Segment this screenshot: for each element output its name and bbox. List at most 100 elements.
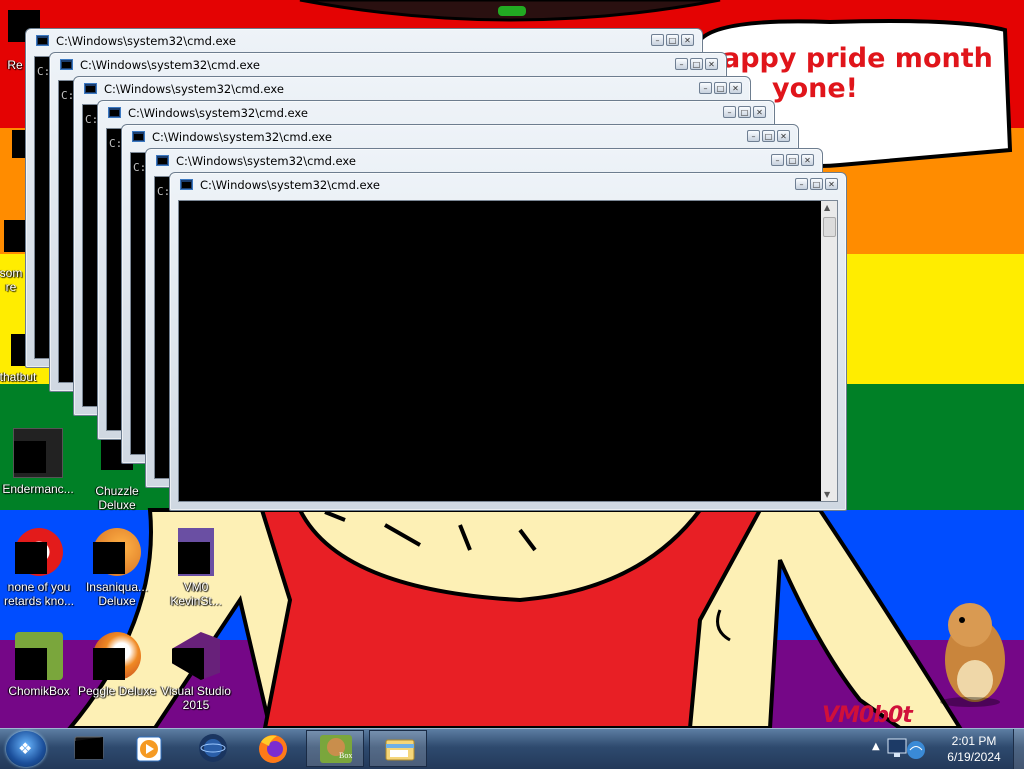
window-controls: – □ ✕ xyxy=(747,130,790,142)
minimize-button[interactable]: – xyxy=(795,178,808,190)
speech-bubble-text: appy pride month yone! xyxy=(722,44,1002,104)
desktop-icon-peggle-deluxe[interactable]: Peggle Deluxe xyxy=(77,632,157,698)
close-button[interactable]: ✕ xyxy=(753,106,766,118)
taskbar-cmd[interactable] xyxy=(60,730,118,767)
chomikbox-icon xyxy=(320,735,352,763)
window-controls: – □ ✕ xyxy=(795,178,838,190)
window-title: C:\Windows\system32\cmd.exe xyxy=(152,130,332,144)
window-controls: – □ ✕ xyxy=(771,154,814,166)
visual-studio-icon xyxy=(172,632,220,680)
close-button[interactable]: ✕ xyxy=(777,130,790,142)
minimize-button[interactable]: – xyxy=(723,106,736,118)
file-icon xyxy=(178,528,214,576)
icon-label: Visual Studio 2015 xyxy=(161,684,231,712)
explorer-icon xyxy=(385,739,415,761)
scroll-up-icon[interactable]: ▲ xyxy=(824,203,830,212)
maximize-button[interactable]: □ xyxy=(786,154,799,166)
cmd-icon xyxy=(84,83,97,94)
maximize-button[interactable]: □ xyxy=(666,34,679,46)
redaction-block xyxy=(93,648,125,680)
window-title: C:\Windows\system32\cmd.exe xyxy=(176,154,356,168)
icon-label: Chuzzle Deluxe xyxy=(95,484,139,512)
desktop-icon-endermanch[interactable]: Endermanc... xyxy=(0,428,78,496)
desktop-icon-visual-studio-2015[interactable]: Visual Studio 2015 xyxy=(156,632,236,712)
maximize-button[interactable]: □ xyxy=(738,106,751,118)
desktop-icon-insaniquarium[interactable]: Insaniqua... Deluxe xyxy=(77,528,157,608)
window-controls: – □ ✕ xyxy=(723,106,766,118)
redaction-block xyxy=(178,542,210,574)
taskbar-firefox[interactable] xyxy=(244,730,302,767)
title-bar[interactable]: C:\Windows\system32\cmd.exe – □ ✕ xyxy=(74,77,750,101)
clock-date: 6/19/2024 xyxy=(947,750,1001,764)
window-title: C:\Windows\system32\cmd.exe xyxy=(128,106,308,120)
network-icon[interactable] xyxy=(886,735,926,765)
media-player-icon xyxy=(136,736,162,762)
redaction-block xyxy=(15,648,47,680)
window-controls: – □ ✕ xyxy=(651,34,694,46)
console-area[interactable]: ▲ ▼ xyxy=(178,200,838,502)
clock[interactable]: 2:01 PM 6/19/2024 xyxy=(932,733,1016,765)
icon-label: thatbut xyxy=(0,370,37,384)
icon-label: Insaniqua... Deluxe xyxy=(85,580,149,608)
watermark: VM0b0t xyxy=(822,703,913,728)
minimize-button[interactable]: – xyxy=(651,34,664,46)
show-desktop-button[interactable] xyxy=(1013,729,1024,769)
redaction-block xyxy=(15,542,47,574)
scrollbar[interactable]: ▲ ▼ xyxy=(821,201,837,501)
app-icon xyxy=(0,214,36,262)
globe-icon xyxy=(199,734,227,762)
speech-line-1: appy pride month xyxy=(722,43,993,74)
close-button[interactable]: ✕ xyxy=(681,34,694,46)
redaction-block xyxy=(172,648,204,680)
peggle-icon xyxy=(93,632,141,680)
title-bar[interactable]: C:\Windows\system32\cmd.exe – □ ✕ xyxy=(146,149,822,173)
cmd-icon xyxy=(108,107,121,118)
close-button[interactable]: ✕ xyxy=(729,82,742,94)
window-controls: – □ ✕ xyxy=(675,58,718,70)
title-bar[interactable]: C:\Windows\system32\cmd.exe – □ ✕ xyxy=(122,125,798,149)
title-bar[interactable]: C:\Windows\system32\cmd.exe – □ ✕ xyxy=(26,29,702,53)
title-bar[interactable]: C:\Windows\system32\cmd.exe – □ ✕ xyxy=(98,101,774,125)
taskbar-explorer[interactable] xyxy=(369,730,427,767)
endermanch-icon xyxy=(13,428,63,478)
taskbar-chomikbox[interactable]: Box xyxy=(306,730,364,767)
cmd-icon xyxy=(132,131,145,142)
cmd-window-7[interactable]: C:\Windows\system32\cmd.exe – □ ✕ ▲ ▼ xyxy=(169,172,847,511)
firefox-icon xyxy=(259,735,287,763)
scroll-thumb[interactable] xyxy=(823,217,836,237)
icon-label: Endermanc... xyxy=(2,482,74,496)
close-button[interactable]: ✕ xyxy=(801,154,814,166)
desktop: appy pride month yone! VM0b0t Re som re … xyxy=(0,0,1024,728)
close-button[interactable]: ✕ xyxy=(705,58,718,70)
icon-label: none of you retards kno... xyxy=(3,580,75,608)
minimize-button[interactable]: – xyxy=(699,82,712,94)
maximize-button[interactable]: □ xyxy=(714,82,727,94)
title-bar[interactable]: C:\Windows\system32\cmd.exe – □ ✕ xyxy=(50,53,726,77)
minimize-button[interactable]: – xyxy=(675,58,688,70)
cmd-icon xyxy=(180,179,193,190)
minimize-button[interactable]: – xyxy=(747,130,760,142)
maximize-button[interactable]: □ xyxy=(762,130,775,142)
minimize-button[interactable]: – xyxy=(771,154,784,166)
icon-label: VM0 KevinSt... xyxy=(170,580,222,608)
system-tray: ▲ xyxy=(872,729,928,769)
taskbar-media-player[interactable] xyxy=(120,730,178,767)
chomikbox-badge: Box xyxy=(339,751,353,760)
redaction-block xyxy=(14,441,46,473)
window-title: C:\Windows\system32\cmd.exe xyxy=(200,178,380,192)
taskbar-globe[interactable] xyxy=(184,730,242,767)
desktop-icon-vm0-kevinst[interactable]: VM0 KevinSt... xyxy=(156,528,236,608)
desktop-icon-chomikbox[interactable]: ChomikBox xyxy=(0,632,79,698)
desktop-icon-none-of-you[interactable]: none of you retards kno... xyxy=(0,528,79,608)
maximize-button[interactable]: □ xyxy=(690,58,703,70)
tray-expand-icon[interactable]: ▲ xyxy=(872,741,880,752)
cmd-icon xyxy=(60,59,73,70)
cmd-icon xyxy=(156,155,169,166)
title-bar[interactable]: C:\Windows\system32\cmd.exe – □ ✕ xyxy=(170,173,846,197)
maximize-button[interactable]: □ xyxy=(810,178,823,190)
start-button[interactable] xyxy=(6,731,46,767)
scroll-down-icon[interactable]: ▼ xyxy=(824,490,830,499)
opera-icon xyxy=(15,528,63,576)
window-title: C:\Windows\system32\cmd.exe xyxy=(104,82,284,96)
close-button[interactable]: ✕ xyxy=(825,178,838,190)
